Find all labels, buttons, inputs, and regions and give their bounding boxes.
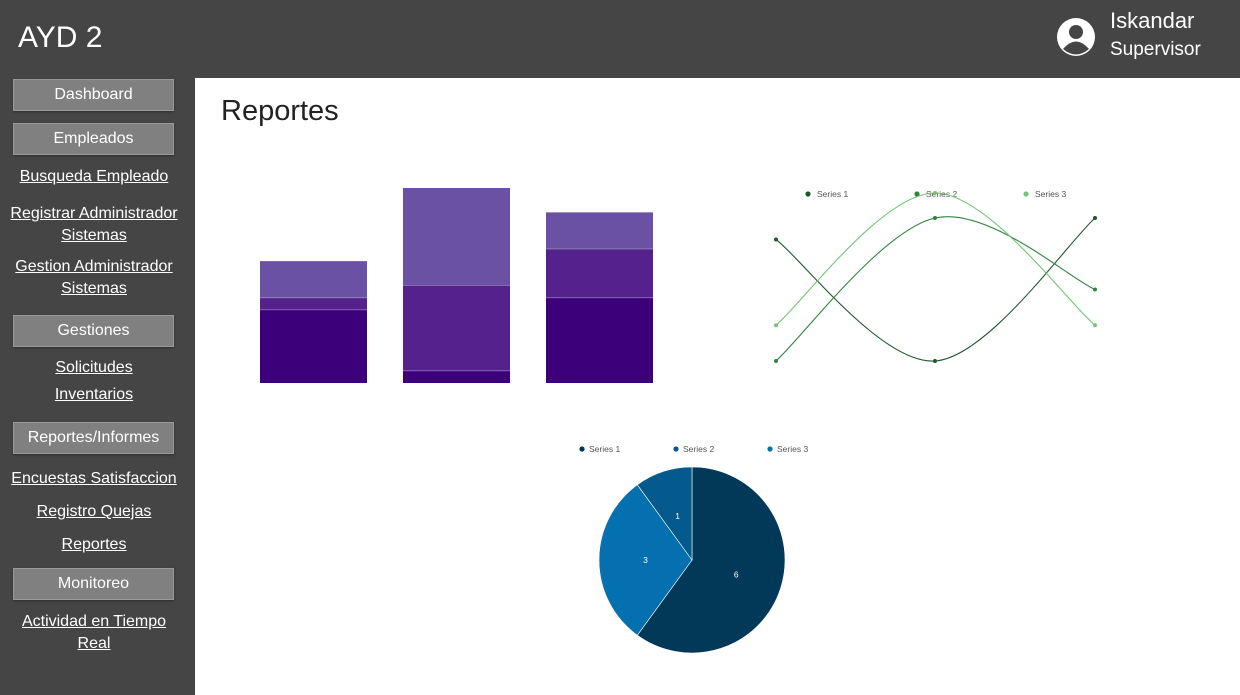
sidebar-link-inventarios[interactable]: Inventarios: [0, 384, 188, 406]
sidebar-link-actividad-tiempo-real-line2[interactable]: Real: [0, 633, 188, 655]
legend-label: Series 3: [1035, 189, 1066, 199]
series-point: [1093, 323, 1097, 328]
series-point: [1093, 216, 1097, 221]
bar-segment: [546, 248, 653, 298]
legend-label: Series 3: [777, 444, 808, 454]
sidebar-link-solicitudes[interactable]: Solicitudes: [0, 357, 188, 379]
bar-segment: [403, 188, 510, 286]
sidebar-button-reportes-informes[interactable]: Reportes/Informes: [13, 422, 174, 454]
sidebar-link-encuestas-satisfaccion[interactable]: Encuestas Satisfaccion: [0, 468, 188, 490]
user-avatar-icon: [1057, 18, 1095, 56]
series-point: [774, 359, 778, 363]
sidebar-link-registrar-administrador-line1[interactable]: Registrar Administrador: [0, 203, 188, 225]
user-role: Supervisor: [1110, 39, 1201, 60]
legend-label: Series 2: [683, 444, 714, 454]
sidebar-link-gestion-administrador-line2[interactable]: Sistemas: [0, 278, 188, 300]
bar-segment: [260, 309, 367, 383]
sidebar-button-empleados[interactable]: Empleados: [13, 123, 174, 155]
legend-label: Series 1: [817, 189, 848, 199]
sidebar: Dashboard Empleados Busqueda Empleado Re…: [0, 78, 195, 695]
stacked-bar-chart: [260, 188, 653, 383]
series-point: [774, 237, 778, 242]
series-point: [933, 359, 937, 363]
sidebar-button-monitoreo[interactable]: Monitoreo: [13, 568, 174, 600]
legend-marker: [579, 446, 585, 452]
legend-marker: [805, 191, 811, 197]
page-title: Reportes: [221, 95, 339, 127]
user-menu[interactable]: Iskandar Supervisor: [1057, 8, 1232, 70]
user-name: Iskandar: [1110, 8, 1195, 33]
sidebar-button-gestiones[interactable]: Gestiones: [13, 315, 174, 347]
pie-data-label: 6: [734, 569, 739, 579]
pie-data-label: 3: [643, 555, 648, 565]
bar-segment: [546, 212, 653, 249]
sidebar-link-actividad-tiempo-real-line1[interactable]: Actividad en Tiempo: [0, 611, 188, 633]
bar-segment: [403, 370, 510, 383]
series-point: [933, 191, 937, 195]
sidebar-button-dashboard[interactable]: Dashboard: [13, 79, 174, 111]
series-point: [774, 323, 778, 328]
legend-marker: [1023, 191, 1029, 197]
series-line: [775, 216, 1096, 362]
top-bar: AYD 2 Iskandar Supervisor: [0, 0, 1240, 78]
pie-data-label: 1: [675, 511, 680, 521]
legend-label: Series 1: [589, 444, 620, 454]
bar-segment: [403, 285, 510, 371]
sidebar-link-registro-quejas[interactable]: Registro Quejas: [0, 501, 188, 523]
pie-chart: Series 1 Series 2 Series 3 6 3 1: [579, 444, 808, 654]
series-line: [775, 217, 1096, 362]
sidebar-link-registrar-administrador-line2[interactable]: Sistemas: [0, 225, 188, 247]
sidebar-link-reportes[interactable]: Reportes: [0, 534, 188, 556]
bar-segment: [260, 297, 367, 310]
app-title: AYD 2: [18, 21, 103, 54]
legend-marker: [673, 446, 679, 452]
line-chart: Series 1 Series 2 Series 3: [774, 189, 1097, 363]
sidebar-link-gestion-administrador-line1[interactable]: Gestion Administrador: [0, 256, 188, 278]
bar-segment: [260, 261, 367, 298]
bar-segment: [546, 297, 653, 383]
series-point: [933, 216, 937, 221]
legend-marker: [767, 446, 773, 452]
sidebar-link-busqueda-empleado[interactable]: Busqueda Empleado: [0, 166, 188, 188]
series-point: [1093, 287, 1097, 292]
